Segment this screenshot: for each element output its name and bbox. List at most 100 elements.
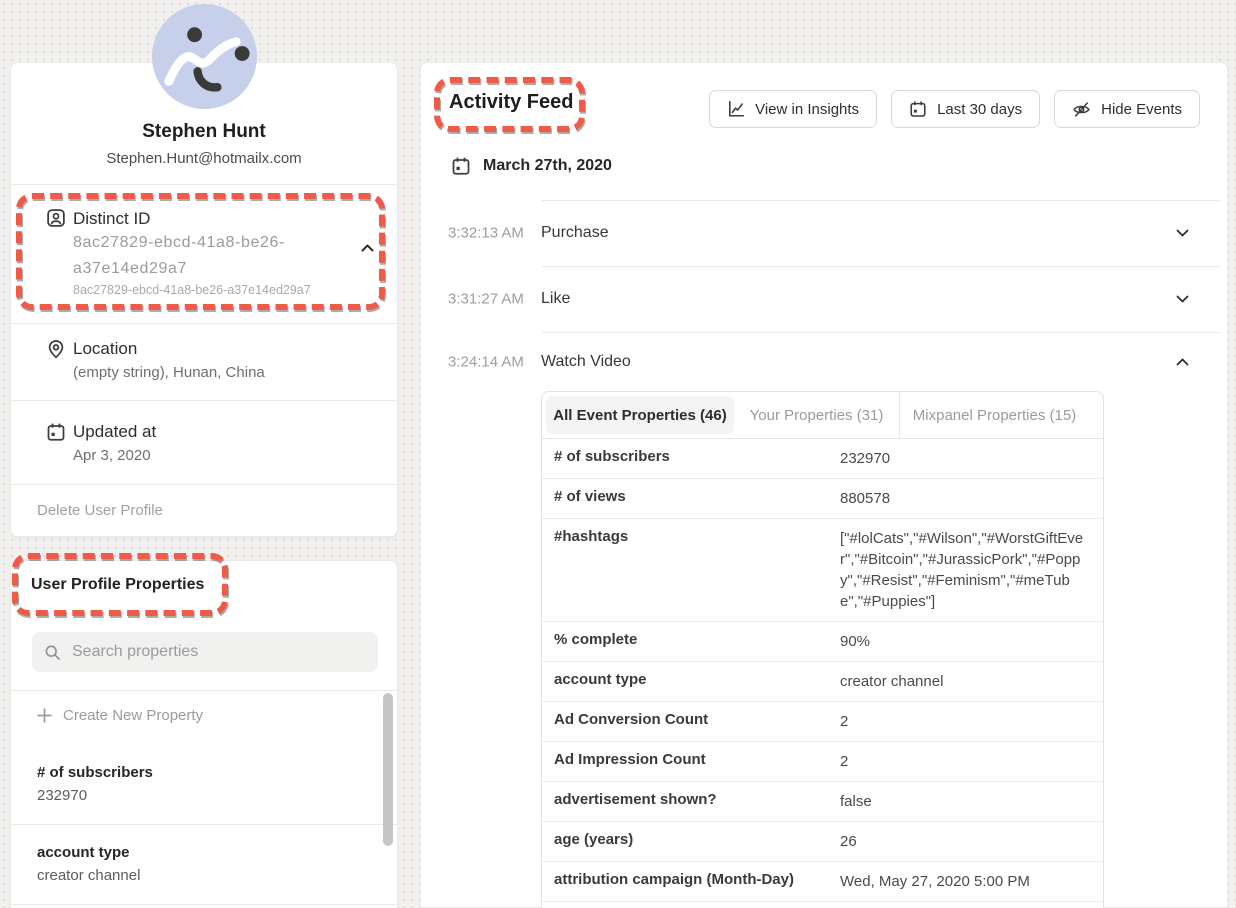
activity-feed-card: Activity Feed View in Insights [420, 62, 1228, 908]
user-profile-properties-title: User Profile Properties [31, 576, 204, 594]
location-label: Location [73, 339, 137, 359]
property-value: creator channel [37, 867, 140, 884]
location-value: (empty string), Hunan, China [73, 364, 265, 381]
event-property-value: 90% [840, 631, 1091, 652]
chevron-down-icon[interactable] [1176, 229, 1189, 237]
event-property-value: 2 [840, 751, 1091, 772]
event-time: 3:31:27 AM [448, 291, 524, 308]
property-name: account type [37, 844, 130, 861]
activity-feed-title: Activity Feed [449, 91, 573, 114]
user-profile-properties-card: User Profile Properties Create New Prope… [10, 560, 398, 908]
event-properties-tabs: All Event Properties (46) Your Propertie… [542, 392, 1103, 439]
create-new-property-button[interactable]: Create New Property [37, 707, 203, 724]
updated-at-value: Apr 3, 2020 [73, 447, 151, 464]
event-property-row[interactable]: Ad Conversion Count 2 [542, 702, 1103, 742]
event-property-key: Ad Impression Count [554, 751, 840, 772]
event-property-row[interactable]: advertisement shown? false [542, 782, 1103, 822]
event-property-row[interactable]: account type creator channel [542, 662, 1103, 702]
event-property-row[interactable]: #hashtags ["#lolCats","#Wilson","#WorstG… [542, 519, 1103, 622]
distinct-id-value: 8ac27829-ebcd-41a8-be26-a37e14ed29a7 [73, 230, 345, 282]
mixpanel-user-profile-page: Stephen Hunt Stephen.Hunt@hotmailx.com D… [0, 0, 1236, 908]
date-range-button[interactable]: Last 30 days [891, 90, 1040, 128]
event-property-key: #hashtags [554, 528, 840, 612]
event-property-row[interactable]: attribution campaign (Month-Day) Wed, Ma… [542, 862, 1103, 902]
event-row[interactable]: 3:32:13 AM Purchase [421, 200, 1227, 266]
event-property-value: Wed, May 27, 2020 5:00 PM [840, 871, 1091, 892]
event-property-row[interactable]: # of views 880578 [542, 479, 1103, 519]
event-property-value: 2 [840, 711, 1091, 732]
tab-all-event-properties[interactable]: All Event Properties (46) [546, 396, 734, 434]
delete-user-profile-link[interactable]: Delete User Profile [37, 502, 163, 519]
chevron-up-icon[interactable] [361, 244, 374, 252]
calendar-icon [451, 156, 471, 176]
divider [11, 824, 397, 825]
search-properties-input[interactable] [70, 642, 366, 662]
divider [11, 690, 397, 691]
divider [11, 400, 397, 401]
location-pin-icon [45, 338, 67, 360]
divider [11, 323, 397, 324]
hide-events-label: Hide Events [1101, 101, 1182, 118]
event-property-key: # of subscribers [554, 448, 840, 469]
user-name: Stephen Hunt [11, 121, 397, 143]
event-property-key: Ad Conversion Count [554, 711, 840, 732]
event-time: 3:24:14 AM [448, 353, 524, 370]
view-in-insights-label: View in Insights [755, 101, 859, 118]
event-property-key: account type [554, 671, 840, 692]
event-property-value: 232970 [840, 448, 1091, 469]
divider [11, 904, 397, 905]
event-row-expanded[interactable]: 3:24:14 AM Watch Video [421, 332, 1227, 391]
calendar-icon [45, 421, 67, 443]
profile-summary-card: Stephen Hunt Stephen.Hunt@hotmailx.com D… [10, 62, 398, 537]
search-properties-box[interactable] [32, 632, 378, 672]
event-name: Like [541, 290, 570, 308]
event-property-value: creator channel [840, 671, 1091, 692]
plus-icon [37, 708, 52, 723]
event-row[interactable]: 3:31:27 AM Like [421, 266, 1227, 332]
event-property-value: ["#lolCats","#Wilson","#WorstGiftEver","… [840, 528, 1091, 612]
line-chart-icon [727, 100, 745, 118]
event-properties-panel: All Event Properties (46) Your Propertie… [541, 391, 1104, 908]
tab-mixpanel-properties[interactable]: Mixpanel Properties (15) [899, 392, 1089, 438]
event-property-value: false [840, 791, 1091, 812]
event-property-row[interactable]: attribution channel Facebook [542, 902, 1103, 908]
event-property-key: advertisement shown? [554, 791, 840, 812]
event-property-key: attribution campaign (Month-Day) [554, 871, 840, 892]
calendar-icon [909, 100, 927, 118]
property-value: 232970 [37, 787, 87, 804]
divider [11, 484, 397, 485]
id-card-icon [45, 207, 67, 229]
event-property-row[interactable]: age (years) 26 [542, 822, 1103, 862]
hide-events-button[interactable]: Hide Events [1054, 90, 1200, 128]
event-property-row[interactable]: % complete 90% [542, 622, 1103, 662]
feed-date-text: March 27th, 2020 [483, 157, 612, 175]
event-property-row[interactable]: Ad Impression Count 2 [542, 742, 1103, 782]
create-new-property-label: Create New Property [63, 707, 203, 724]
event-name: Watch Video [541, 353, 631, 371]
scrollbar-thumb[interactable] [383, 693, 393, 846]
updated-at-label: Updated at [73, 422, 156, 442]
chevron-down-icon[interactable] [1176, 295, 1189, 303]
date-range-label: Last 30 days [937, 101, 1022, 118]
event-property-row[interactable]: # of subscribers 232970 [542, 439, 1103, 479]
distinct-id-secondary: 8ac27829-ebcd-41a8-be26-a37e14ed29a7 [73, 283, 311, 297]
event-property-value: 26 [840, 831, 1091, 852]
event-property-value: 880578 [840, 488, 1091, 509]
view-in-insights-button[interactable]: View in Insights [709, 90, 877, 128]
event-name: Purchase [541, 224, 609, 242]
avatar [152, 4, 257, 109]
chevron-up-icon[interactable] [1176, 358, 1189, 366]
divider [11, 184, 397, 185]
eye-off-icon [1072, 100, 1091, 119]
distinct-id-label: Distinct ID [73, 209, 150, 229]
tab-your-properties[interactable]: Your Properties (31) [734, 392, 899, 438]
search-icon [44, 644, 61, 661]
event-properties-table: # of subscribers 232970 # of views 88057… [542, 439, 1103, 908]
divider [542, 200, 1221, 201]
user-email: Stephen.Hunt@hotmailx.com [11, 150, 397, 167]
feed-date-header: March 27th, 2020 [451, 156, 612, 176]
divider [542, 332, 1221, 333]
event-property-key: # of views [554, 488, 840, 509]
activity-feed-toolbar: View in Insights Last 30 days [709, 90, 1200, 128]
event-time: 3:32:13 AM [448, 225, 524, 242]
